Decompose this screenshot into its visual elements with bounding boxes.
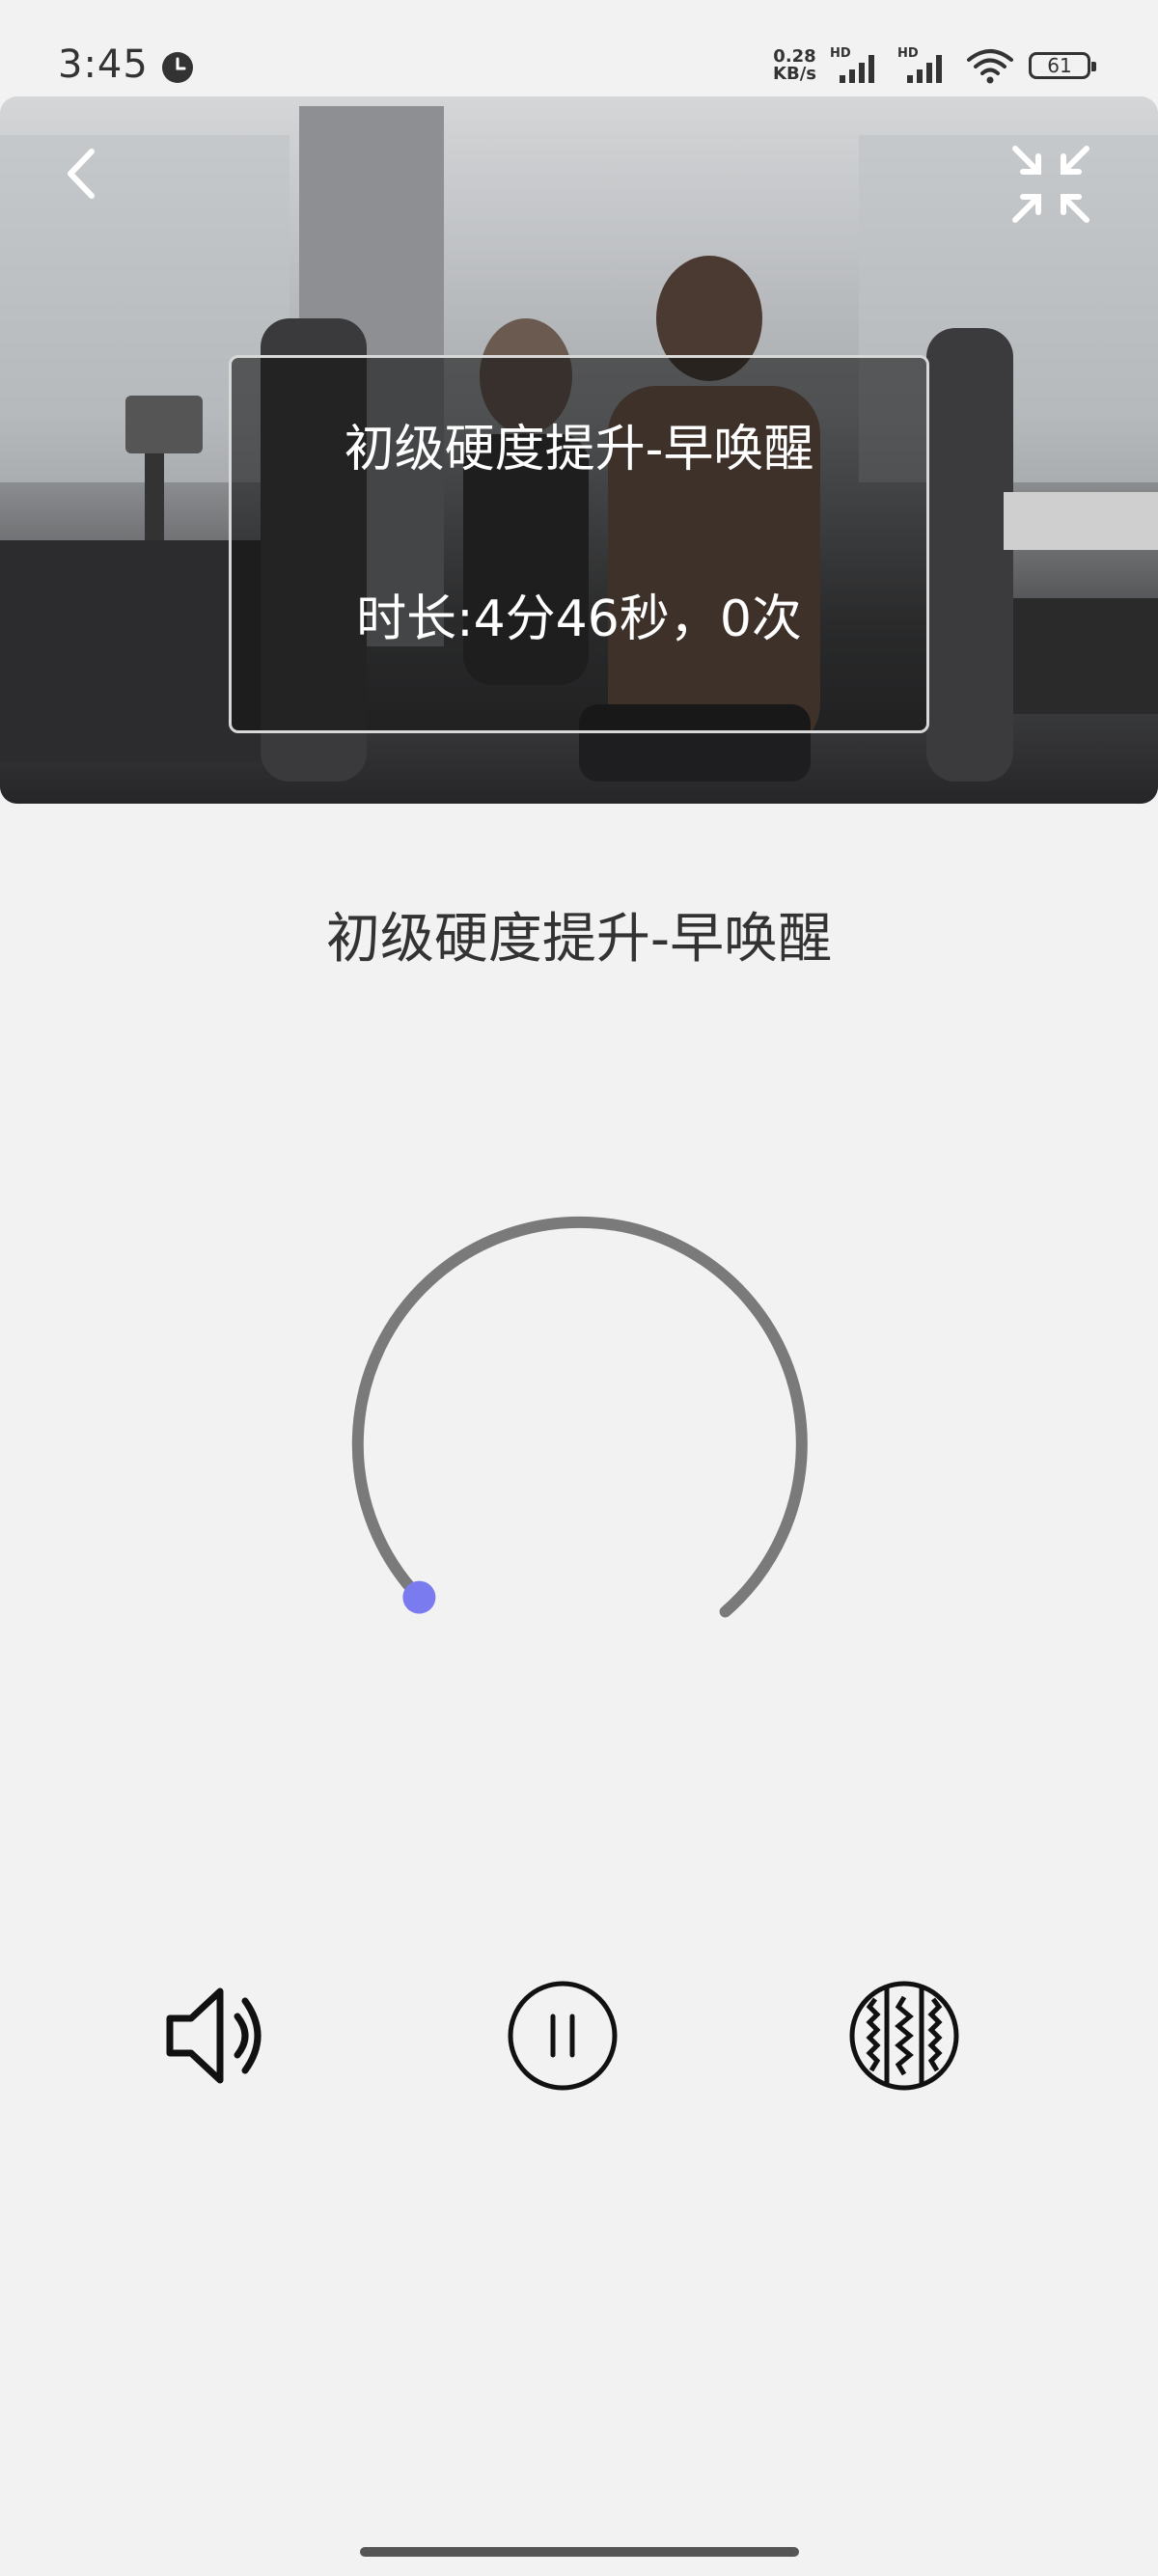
dial-knob[interactable]	[402, 1580, 436, 1614]
network-speed-unit: KB/s	[773, 64, 816, 84]
chevron-left-icon	[68, 149, 95, 199]
battery-level: 61	[1047, 54, 1072, 77]
status-indicators: 0.28 KB/s HD HD 61	[773, 46, 1096, 85]
course-title: 初级硬度提升-早唤醒	[325, 908, 833, 971]
clock-icon	[162, 52, 193, 83]
signal-icon: HD	[897, 46, 951, 85]
sim1-hd-label: HD	[830, 46, 851, 61]
overlay-duration: 时长:4分46秒，0次	[356, 590, 802, 648]
intensity-dial[interactable]	[338, 1216, 820, 1650]
vibration-mode-icon	[849, 1981, 959, 2091]
signal-icon: HD	[830, 46, 884, 85]
collapse-arrows-icon	[1012, 146, 1089, 223]
volume-button[interactable]	[162, 1978, 278, 2094]
video-player[interactable]: 初级硬度提升-早唤醒 时长:4分46秒，0次	[0, 96, 1158, 804]
pause-icon	[508, 1981, 618, 2091]
playback-controls	[0, 1978, 1158, 2094]
sim2-hd-label: HD	[897, 46, 919, 61]
pause-button[interactable]	[505, 1978, 620, 2094]
status-bar: 3:45 0.28 KB/s HD HD 61	[0, 0, 1158, 96]
video-info-overlay: 初级硬度提升-早唤醒 时长:4分46秒，0次	[229, 355, 929, 733]
battery-icon: 61	[1029, 52, 1096, 79]
dial-track	[351, 1216, 808, 1618]
back-button[interactable]	[53, 140, 111, 207]
overlay-title: 初级硬度提升-早唤醒	[344, 421, 814, 479]
exit-fullscreen-button[interactable]	[1009, 143, 1092, 226]
wifi-icon	[967, 49, 1013, 84]
vibration-mode-button[interactable]	[846, 1978, 962, 2094]
home-indicator[interactable]	[360, 2547, 799, 2557]
speaker-icon	[166, 1987, 262, 2084]
status-time: 3:45	[58, 42, 149, 87]
network-speed: 0.28 KB/s	[773, 48, 816, 83]
